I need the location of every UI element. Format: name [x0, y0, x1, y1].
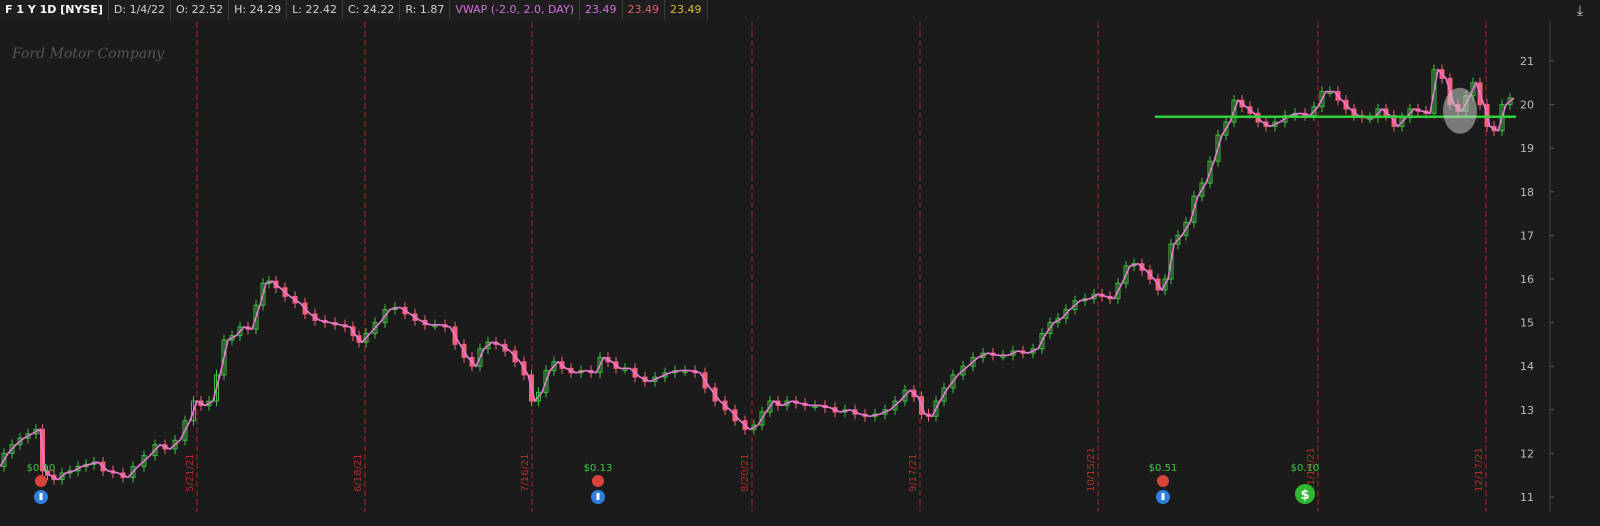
dividend-icon[interactable]	[35, 475, 47, 487]
dividend-amount-label: $0.13	[584, 463, 613, 474]
earnings-glyph	[39, 493, 43, 500]
x-date-label: 5/21/21	[185, 453, 196, 492]
y-tick-label: 20	[1520, 99, 1534, 112]
y-tick-label: 14	[1520, 360, 1534, 373]
x-date-label: 6/18/21	[353, 453, 364, 492]
y-tick-label: 18	[1520, 186, 1534, 199]
watermark-logo: Ford Motor Company	[11, 46, 165, 62]
highlight-circle[interactable]	[1443, 87, 1477, 134]
dividend-amount-label: $0.51	[1149, 463, 1178, 474]
dollar-glyph: $	[1300, 488, 1309, 503]
vwap-line	[0, 67, 1515, 481]
y-tick-label: 11	[1520, 491, 1534, 504]
x-date-label: 10/15/21	[1086, 447, 1097, 492]
y-tick-label: 15	[1520, 317, 1534, 330]
dividend-icon[interactable]	[592, 475, 604, 487]
dividend-amount-label: $0.10	[1291, 463, 1320, 474]
y-tick-label: 19	[1520, 142, 1534, 155]
x-date-label: 8/20/21	[740, 453, 751, 492]
y-tick-label: 13	[1520, 404, 1534, 417]
y-tick-label: 21	[1520, 55, 1534, 68]
dividend-amount-label: $0.10	[27, 463, 56, 474]
y-tick-label: 12	[1520, 447, 1534, 460]
earnings-glyph	[596, 493, 600, 500]
price-chart[interactable]: Ford Motor Company 21 20 19 18 17 16 15 14 13 12 1…	[0, 0, 1600, 526]
earnings-glyph	[1161, 493, 1165, 500]
y-tick-label: 16	[1520, 273, 1534, 286]
x-date-label: 9/17/21	[908, 453, 919, 492]
y-tick-label: 17	[1520, 229, 1534, 242]
x-date-label: 7/16/21	[520, 453, 531, 492]
x-date-label: 12/17/21	[1474, 447, 1485, 492]
dividend-icon[interactable]	[1157, 475, 1169, 487]
